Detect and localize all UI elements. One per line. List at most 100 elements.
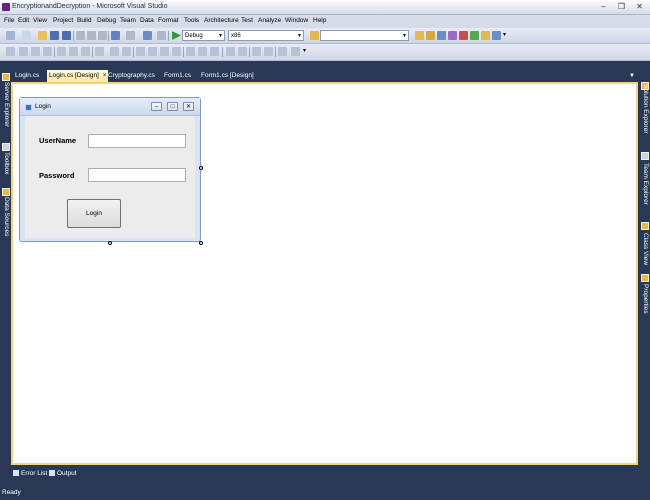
toolbox-tab[interactable]: Toolbox xyxy=(3,152,10,174)
find-combo[interactable]: ▼ xyxy=(320,30,409,41)
solution-platform-combo[interactable]: x86 ▼ xyxy=(228,30,304,41)
username-label[interactable]: UserName xyxy=(39,136,76,145)
status-bar: Ready xyxy=(0,486,650,500)
make-same-size-icon[interactable] xyxy=(110,47,119,56)
menu-edit[interactable]: Edit xyxy=(18,17,29,24)
center-horizontally-icon[interactable] xyxy=(226,47,235,56)
decrease-vertical-spacing-icon[interactable] xyxy=(210,47,219,56)
menu-analyze[interactable]: Analyze xyxy=(258,17,281,24)
increase-horizontal-spacing-icon[interactable] xyxy=(148,47,157,56)
solution-configuration-combo[interactable]: Debug ▼ xyxy=(182,30,225,41)
password-label[interactable]: Password xyxy=(39,171,74,180)
menu-help[interactable]: Help xyxy=(313,17,326,24)
password-textbox[interactable] xyxy=(88,168,186,182)
tab-list-dropdown-icon[interactable]: ▼ xyxy=(627,70,637,82)
error-list-label: Error List xyxy=(21,470,48,477)
properties-tab[interactable]: Properties xyxy=(642,284,649,314)
close-button[interactable]: ✕ xyxy=(634,2,645,12)
tab-form1-cs-design[interactable]: Form1.cs [Design] xyxy=(199,70,256,82)
toolbox-icon xyxy=(2,143,10,151)
navigate-forward-icon[interactable] xyxy=(157,31,166,40)
login-button[interactable]: Login xyxy=(67,199,121,228)
vertical-spacing-icon[interactable] xyxy=(186,47,195,56)
standard-toolbar: Debug ▼ x86 ▼ ▼ ▾ xyxy=(0,28,650,44)
tab-login-cs[interactable]: Login.cs xyxy=(13,70,41,82)
resize-handle-right[interactable] xyxy=(199,166,203,170)
menu-team[interactable]: Team xyxy=(120,17,136,24)
undo-icon[interactable] xyxy=(111,31,120,40)
solution-explorer-tab[interactable]: Solution Explorer xyxy=(642,84,649,134)
align-rights-icon[interactable] xyxy=(43,47,52,56)
find-in-files-icon[interactable] xyxy=(310,31,319,40)
resize-handle-bottom-right[interactable] xyxy=(199,241,203,245)
open-file-icon[interactable] xyxy=(38,31,47,40)
cut-icon[interactable] xyxy=(76,31,85,40)
start-page-icon[interactable] xyxy=(459,31,468,40)
document-tab-strip: Login.cs Login.cs [Design] × Cryptography… xyxy=(0,68,650,82)
menu-data[interactable]: Data xyxy=(140,17,154,24)
paste-icon[interactable] xyxy=(98,31,107,40)
bring-to-front-icon[interactable] xyxy=(252,47,261,56)
navigate-back-icon[interactable] xyxy=(143,31,152,40)
menu-file[interactable]: File xyxy=(4,17,14,24)
error-list-tab[interactable]: Error List xyxy=(13,470,47,477)
username-textbox[interactable] xyxy=(88,134,186,148)
extension-manager-icon[interactable] xyxy=(470,31,479,40)
horizontal-spacing-icon[interactable] xyxy=(136,47,145,56)
layout-toolbar-overflow-icon[interactable]: ▾ xyxy=(303,47,308,56)
remove-horizontal-spacing-icon[interactable] xyxy=(172,47,181,56)
center-vertically-icon[interactable] xyxy=(238,47,247,56)
decrease-horizontal-spacing-icon[interactable] xyxy=(160,47,169,56)
resize-handle-bottom[interactable] xyxy=(108,241,112,245)
output-tab[interactable]: Output xyxy=(49,470,77,477)
team-explorer-tab[interactable]: Team Explorer xyxy=(642,163,649,205)
restore-button[interactable]: ❐ xyxy=(616,2,627,12)
menu-build[interactable]: Build xyxy=(77,17,91,24)
align-to-grid-icon[interactable] xyxy=(6,47,15,56)
align-centers-icon[interactable] xyxy=(31,47,40,56)
menu-view[interactable]: View xyxy=(33,17,47,24)
menu-format[interactable]: Format xyxy=(158,17,179,24)
size-to-grid-icon[interactable] xyxy=(122,47,131,56)
command-window-icon[interactable] xyxy=(481,31,490,40)
add-item-icon[interactable] xyxy=(22,31,31,40)
save-all-icon[interactable] xyxy=(62,31,71,40)
right-dock-panel: Solution Explorer Team Explorer Class Vi… xyxy=(639,82,650,332)
align-bottoms-icon[interactable] xyxy=(81,47,90,56)
menu-project[interactable]: Project xyxy=(53,17,73,24)
increase-vertical-spacing-icon[interactable] xyxy=(198,47,207,56)
title-bar: EncryptionandDecryption - Microsoft Visu… xyxy=(0,0,650,15)
minimize-button[interactable]: – xyxy=(598,2,609,12)
align-lefts-icon[interactable] xyxy=(19,47,28,56)
toolbar-overflow-icon[interactable]: ▾ xyxy=(503,31,508,40)
tab-order-icon[interactable] xyxy=(291,47,300,56)
align-tops-icon[interactable] xyxy=(57,47,66,56)
solution-explorer-icon[interactable] xyxy=(415,31,424,40)
new-project-icon[interactable] xyxy=(6,31,15,40)
make-same-width-icon[interactable] xyxy=(95,47,104,56)
lock-controls-icon[interactable] xyxy=(278,47,287,56)
properties-window-icon[interactable] xyxy=(426,31,435,40)
start-debugging-icon[interactable] xyxy=(172,31,181,40)
tab-login-cs-design[interactable]: Login.cs [Design] × xyxy=(47,70,109,82)
copy-icon[interactable] xyxy=(87,31,96,40)
menu-test[interactable]: Test xyxy=(241,17,253,24)
form-maximize-icon: □ xyxy=(167,102,178,111)
save-icon[interactable] xyxy=(50,31,59,40)
align-middles-icon[interactable] xyxy=(69,47,78,56)
tab-form1-cs[interactable]: Form1.cs xyxy=(162,70,193,82)
menu-tools[interactable]: Tools xyxy=(184,17,199,24)
server-explorer-tab[interactable]: Server Explorer xyxy=(3,82,10,127)
menu-architecture[interactable]: Architecture xyxy=(204,17,239,24)
data-sources-tab[interactable]: Data Sources xyxy=(3,197,10,236)
other-windows-icon[interactable] xyxy=(492,31,501,40)
redo-icon[interactable] xyxy=(126,31,135,40)
tab-cryptography-cs[interactable]: Cryptography.cs xyxy=(106,70,157,82)
menu-window[interactable]: Window xyxy=(285,17,308,24)
class-view-tab[interactable]: Class View xyxy=(642,233,649,265)
send-to-back-icon[interactable] xyxy=(264,47,273,56)
toolbox-icon[interactable] xyxy=(448,31,457,40)
form-title: Login xyxy=(35,103,51,110)
menu-debug[interactable]: Debug xyxy=(97,17,116,24)
object-browser-icon[interactable] xyxy=(437,31,446,40)
